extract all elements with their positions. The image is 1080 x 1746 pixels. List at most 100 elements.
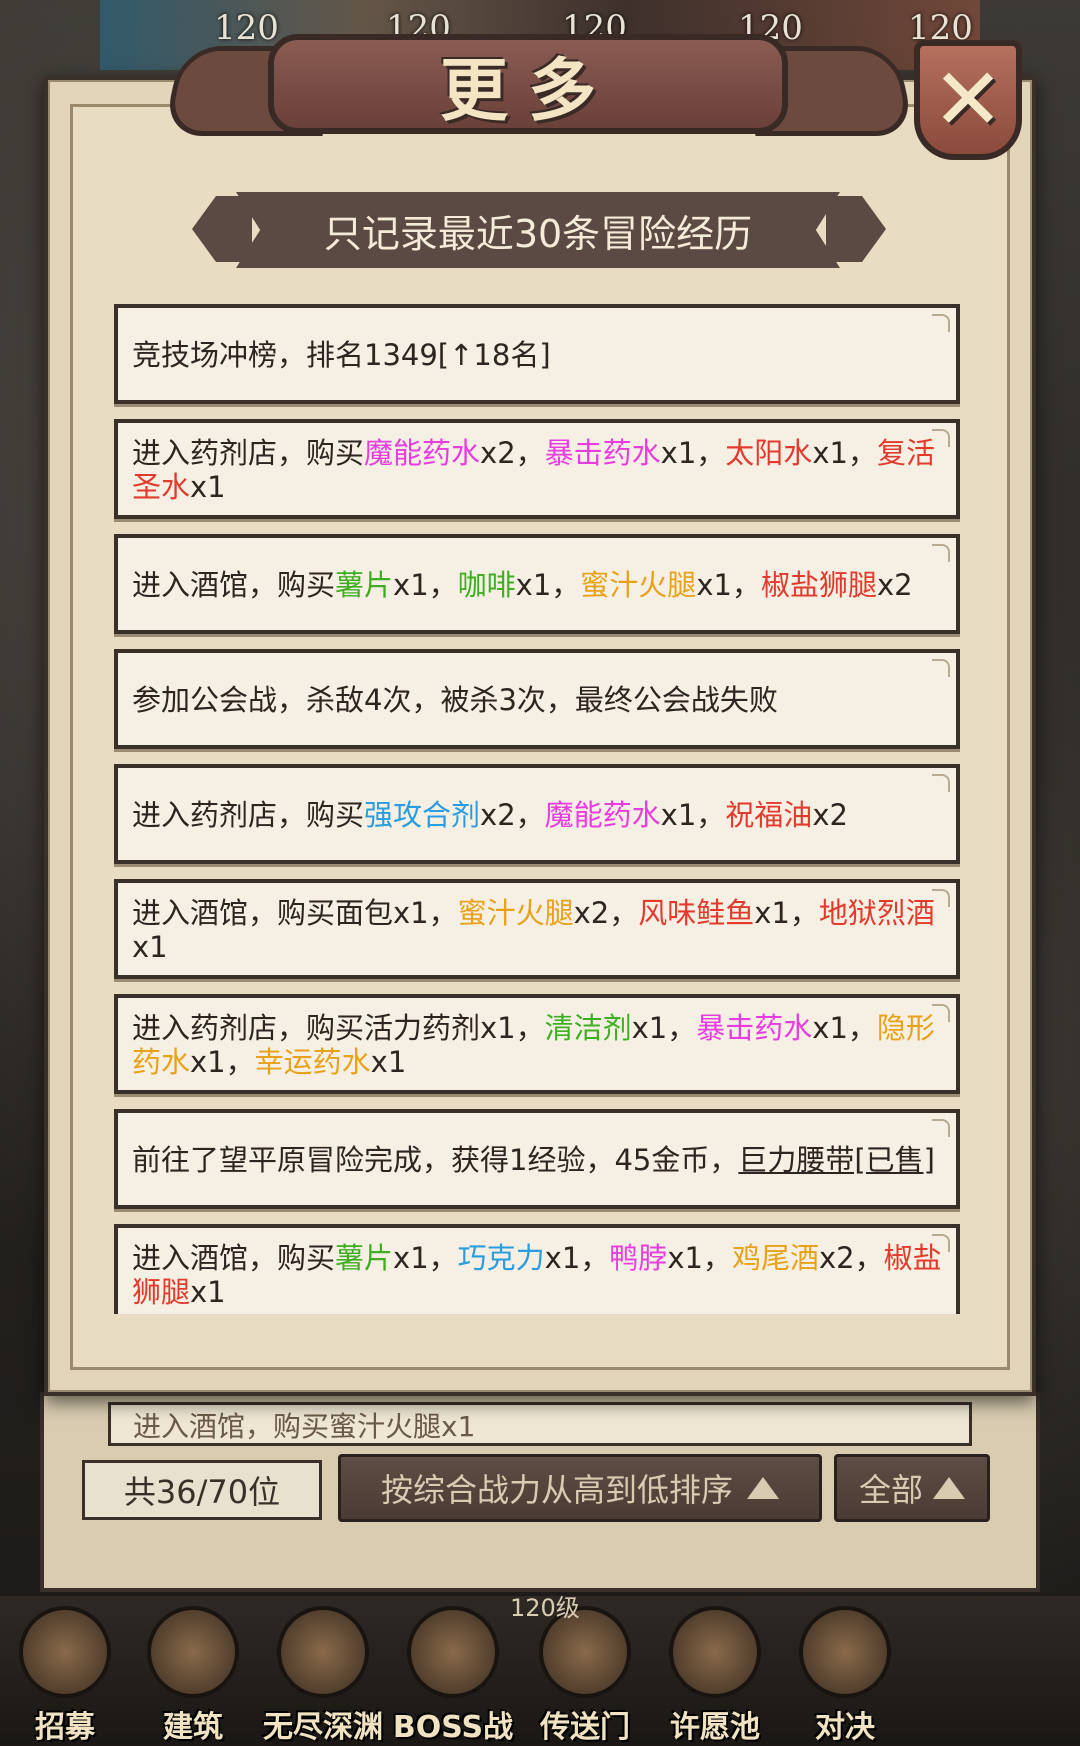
log-text-segment: 进入酒馆，购买 <box>132 568 336 602</box>
close-x-icon: ✕ <box>931 50 1005 150</box>
subtitle-ribbon: 只记录最近30条冒险经历 <box>236 192 840 268</box>
item-name: 薯片 <box>335 568 394 602</box>
nav-item-label: 传送门 <box>540 1710 630 1745</box>
hero-level-label: 120 <box>214 8 279 48</box>
nav-item-label: 招募 <box>35 1710 95 1745</box>
item-name: 椒盐狮腿 <box>760 568 877 602</box>
log-text-segment: x1 <box>190 470 226 504</box>
log-entry-text: 竞技场冲榜，排名1349[↑18名] <box>132 338 942 372</box>
log-text-segment: x1， <box>393 568 458 602</box>
log-entry-text: 前往了望平原冒险完成，获得1经验，45金币，巨力腰带[已售] <box>132 1143 942 1177</box>
log-entry-text: 进入酒馆，购买面包x1，蜜汁火腿x2，风味鲑鱼x1，地狱烈酒 x1 <box>132 896 942 964</box>
log-text-segment: 进入药剂店，购买活力药剂x1， <box>132 1011 545 1045</box>
log-entry: 前往了望平原冒险完成，获得1经验，45金币，巨力腰带[已售] <box>114 1109 960 1209</box>
item-name: 鸡尾酒 <box>731 1241 819 1275</box>
log-text-segment: x1， <box>190 1045 255 1079</box>
log-text-segment: x1， <box>515 568 581 602</box>
log-entry-text: 进入酒馆，购买薯片x1，巧克力x1，鸭脖x1，鸡尾酒x2，椒盐狮腿x1 <box>132 1241 942 1309</box>
nav-icon <box>277 1606 369 1698</box>
subtitle-text: 只记录最近30条冒险经历 <box>323 211 753 256</box>
nav-icon <box>407 1606 499 1698</box>
nav-item-label: 无尽深渊 <box>263 1710 383 1745</box>
item-name: 清洁剂 <box>544 1011 632 1045</box>
item-name: 暴击药水 <box>696 1011 813 1045</box>
log-text-segment: x2， <box>573 896 639 930</box>
log-text-segment: 进入酒馆，购买面包x1， <box>132 896 458 930</box>
roster-count: 共36/70位 <box>82 1460 322 1520</box>
item-name: 幸运药水 <box>254 1045 371 1079</box>
sort-button[interactable]: 按综合战力从高到低排序 <box>338 1454 822 1522</box>
filter-all-button[interactable]: 全部 <box>834 1454 990 1522</box>
log-text-segment: x1， <box>544 1241 610 1275</box>
nav-item-label: 对决 <box>815 1710 875 1745</box>
nav-item-label: BOSS战 <box>392 1710 514 1745</box>
nav-item[interactable]: 无尽深渊 <box>258 1606 388 1746</box>
log-text-segment: x1， <box>393 1241 458 1275</box>
nav-item[interactable]: 招募 <box>0 1606 130 1746</box>
log-entry-text: 进入药剂店，购买活力药剂x1，清洁剂x1，暴击药水x1，隐形药水x1，幸运药水x… <box>132 1011 942 1079</box>
log-text-segment: x2， <box>818 1241 884 1275</box>
nav-item[interactable]: 传送门 <box>520 1606 650 1746</box>
log-text-segment: x1 <box>132 930 168 964</box>
log-text-segment: x1， <box>660 436 726 470</box>
log-text-segment: 竞技场冲榜，排名1349[↑18名] <box>132 338 551 372</box>
log-entry: 进入酒馆，购买薯片x1，巧克力x1，鸭脖x1，鸡尾酒x2，椒盐狮腿x1 <box>114 1224 960 1314</box>
log-text-segment: x2 <box>876 568 913 602</box>
nav-item[interactable]: BOSS战 <box>388 1606 518 1746</box>
item-name: 巧克力 <box>457 1241 545 1275</box>
log-text-segment: 参加公会战，杀敌4次，被杀3次，最终公会战失败 <box>132 683 778 717</box>
arrow-up-icon <box>933 1477 965 1499</box>
item-name: 薯片 <box>335 1241 394 1275</box>
roster-partial-row: 进入酒馆，购买蜜汁火腿x1 <box>108 1402 972 1446</box>
log-text-segment: x2， <box>480 436 545 470</box>
log-text-segment: 进入药剂店，购买 <box>132 798 365 832</box>
arrow-up-icon <box>747 1477 779 1499</box>
item-name: 魔能药水 <box>544 798 661 832</box>
log-entry-text: 进入药剂店，购买魔能药水x2，暴击药水x1，太阳水x1，复活圣水x1 <box>132 436 942 504</box>
nav-icon <box>19 1606 111 1698</box>
nav-item[interactable]: 建筑 <box>128 1606 258 1746</box>
nav-icon <box>147 1606 239 1698</box>
log-text-segment: x1， <box>660 798 726 832</box>
log-text-segment: x1， <box>812 1011 877 1045</box>
log-text-segment: 进入药剂店，购买 <box>132 436 365 470</box>
filter-label: 全部 <box>858 1471 923 1509</box>
log-text-segment: x1 <box>370 1045 407 1079</box>
log-text-segment: x2， <box>480 798 545 832</box>
log-entry-text: 进入药剂店，购买强攻合剂x2，魔能药水x1，祝福油x2 <box>132 798 942 832</box>
item-name: 强攻合剂 <box>364 798 481 832</box>
item-name: 地狱烈酒 <box>818 896 935 930</box>
item-name[interactable]: 巨力腰带[已售] <box>738 1143 935 1177</box>
log-entry-text: 进入酒馆，购买薯片x1，咖啡x1，蜜汁火腿x1，椒盐狮腿x2 <box>132 568 942 602</box>
log-text-segment: x1， <box>754 896 819 930</box>
log-text-segment: x1， <box>696 568 761 602</box>
item-name: 魔能药水 <box>364 436 481 470</box>
log-text-segment: 进入酒馆，购买 <box>132 1241 336 1275</box>
item-name: 鸭脖 <box>609 1241 668 1275</box>
nav-icon <box>799 1606 891 1698</box>
adventure-log-list[interactable]: 竞技场冲榜，排名1349[↑18名] 进入药剂店，购买魔能药水x2，暴击药水x1，… <box>114 304 960 1314</box>
log-text-segment: x1， <box>631 1011 697 1045</box>
item-name: 暴击药水 <box>544 436 661 470</box>
sort-label: 按综合战力从高到低排序 <box>380 1471 733 1509</box>
log-text-segment: x1 <box>190 1275 226 1309</box>
item-name: 祝福油 <box>725 798 813 832</box>
item-name: 蜜汁火腿 <box>580 568 697 602</box>
log-text-segment: x1， <box>667 1241 732 1275</box>
log-entry: 进入药剂店，购买强攻合剂x2，魔能药水x1，祝福油x2 <box>114 764 960 864</box>
item-name: 风味鲑鱼 <box>638 896 755 930</box>
item-name: 咖啡 <box>457 568 516 602</box>
item-name: 蜜汁火腿 <box>457 896 574 930</box>
nav-item[interactable]: 对决 <box>780 1606 910 1746</box>
log-text-segment: x2 <box>812 798 848 832</box>
item-name: 太阳水 <box>725 436 813 470</box>
log-text-segment: 前往了望平原冒险完成，获得1经验，45金币， <box>132 1143 739 1177</box>
nav-overlay-text: 120级 <box>510 1594 580 1622</box>
log-entry-text: 参加公会战，杀敌4次，被杀3次，最终公会战失败 <box>132 683 942 717</box>
close-button[interactable]: ✕ <box>914 40 1022 160</box>
log-entry: 进入药剂店，购买活力药剂x1，清洁剂x1，暴击药水x1，隐形药水x1，幸运药水x… <box>114 994 960 1094</box>
nav-icon <box>669 1606 761 1698</box>
nav-item[interactable]: 许愿池 <box>650 1606 780 1746</box>
log-entry: 进入酒馆，购买薯片x1，咖啡x1，蜜汁火腿x1，椒盐狮腿x2 <box>114 534 960 634</box>
popup-title-banner: 更多 <box>268 34 788 134</box>
